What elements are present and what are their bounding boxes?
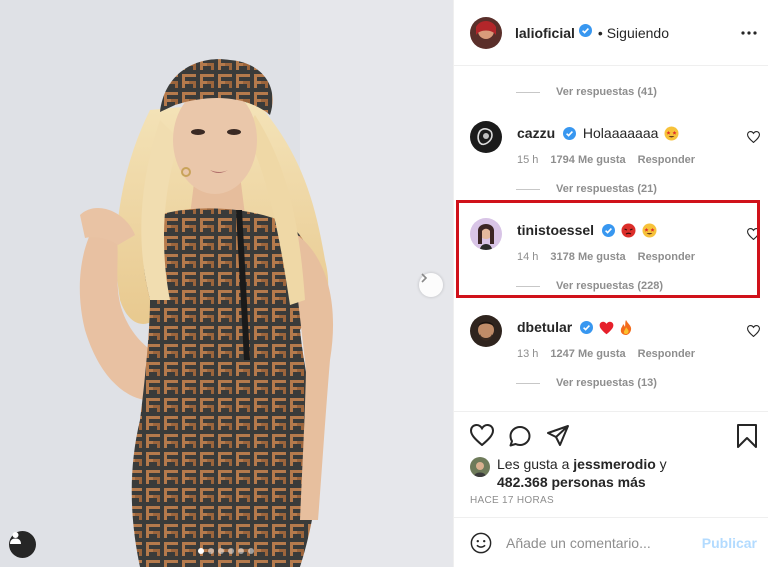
more-options-icon[interactable]: [741, 25, 757, 41]
likes-others-count[interactable]: 482.368 personas más: [497, 474, 646, 490]
likes-summary: Les gusta a jessmerodio y 482.368 person…: [470, 455, 667, 491]
star-struck-emoji-icon: [664, 126, 679, 144]
comment-composer: Publicar: [454, 517, 768, 567]
post-actions: Les gusta a jessmerodio y 482.368 person…: [454, 411, 768, 517]
publish-button[interactable]: Publicar: [702, 535, 757, 551]
liker-username[interactable]: jessmerodio: [573, 456, 655, 472]
comment-likes[interactable]: 1247 Me gusta: [550, 348, 625, 360]
post-timestamp[interactable]: HACE 17 HORAS: [470, 495, 554, 506]
carousel-dot: [208, 548, 214, 554]
highlight-annotation-box: [456, 200, 760, 298]
chevron-right-icon: [421, 273, 428, 283]
like-heart-icon[interactable]: [469, 423, 495, 451]
reply-button[interactable]: Responder: [638, 348, 695, 360]
like-comment-heart-icon[interactable]: [746, 324, 761, 342]
author-username[interactable]: lalioficial: [515, 25, 575, 41]
view-replies-button[interactable]: Ver respuestas (21): [516, 181, 657, 197]
view-replies-button[interactable]: Ver respuestas (13): [516, 375, 657, 391]
view-replies-button[interactable]: Ver respuestas (41): [516, 84, 657, 100]
photo-illustration: [0, 0, 453, 567]
post-side-panel: lalioficial • Siguiendo Ver respuestas (…: [453, 0, 768, 567]
carousel-dot: [228, 548, 234, 554]
emoji-smiley-icon[interactable]: [470, 532, 492, 559]
carousel-dot: [218, 548, 224, 554]
reply-button[interactable]: Responder: [638, 154, 695, 166]
save-bookmark-icon[interactable]: [736, 424, 758, 453]
post-photo[interactable]: [0, 0, 453, 567]
post-header: lalioficial • Siguiendo: [454, 0, 768, 66]
comment-text: Holaaaaaaa: [582, 125, 659, 141]
share-paper-plane-icon[interactable]: [546, 424, 570, 453]
carousel-indicator: [198, 548, 254, 554]
likes-prefix: Les gusta a: [497, 456, 570, 472]
comments-list: Ver respuestas (41) cazzu Holaaaaaaa 15 …: [454, 67, 768, 411]
comment-likes[interactable]: 1794 Me gusta: [550, 154, 625, 166]
tagged-users-button[interactable]: [9, 531, 36, 558]
comment-bubble-icon[interactable]: [508, 424, 532, 453]
likes-connector: y: [659, 456, 667, 472]
comment-item: cazzu Holaaaaaaa 15 h 1794 Me gusta Resp…: [470, 121, 761, 181]
comment-time[interactable]: 15 h: [517, 154, 538, 166]
carousel-dot: [198, 548, 204, 554]
red-heart-emoji-icon: [599, 321, 614, 338]
comment-input[interactable]: [506, 528, 696, 558]
commenter-username[interactable]: dbetular: [517, 319, 572, 335]
commenter-avatar[interactable]: [470, 121, 502, 153]
user-icon: [10, 532, 21, 544]
author-avatar[interactable]: [470, 16, 502, 49]
like-comment-heart-icon[interactable]: [746, 130, 761, 148]
fire-emoji-icon: [620, 320, 632, 338]
verified-badge-icon: [578, 23, 592, 42]
verified-badge-icon: [563, 127, 577, 143]
verified-badge-icon: [580, 321, 594, 337]
carousel-dot: [238, 548, 244, 554]
carousel-dot: [248, 548, 254, 554]
comment-item: dbetular 13 h 1247 Me gusta Responder: [470, 315, 761, 375]
commenter-username[interactable]: cazzu: [517, 125, 555, 141]
carousel-next-button[interactable]: [419, 273, 443, 297]
comment-time[interactable]: 13 h: [517, 348, 538, 360]
follow-status[interactable]: • Siguiendo: [598, 25, 669, 41]
commenter-avatar[interactable]: [470, 315, 502, 347]
liker-avatar: [470, 457, 490, 477]
